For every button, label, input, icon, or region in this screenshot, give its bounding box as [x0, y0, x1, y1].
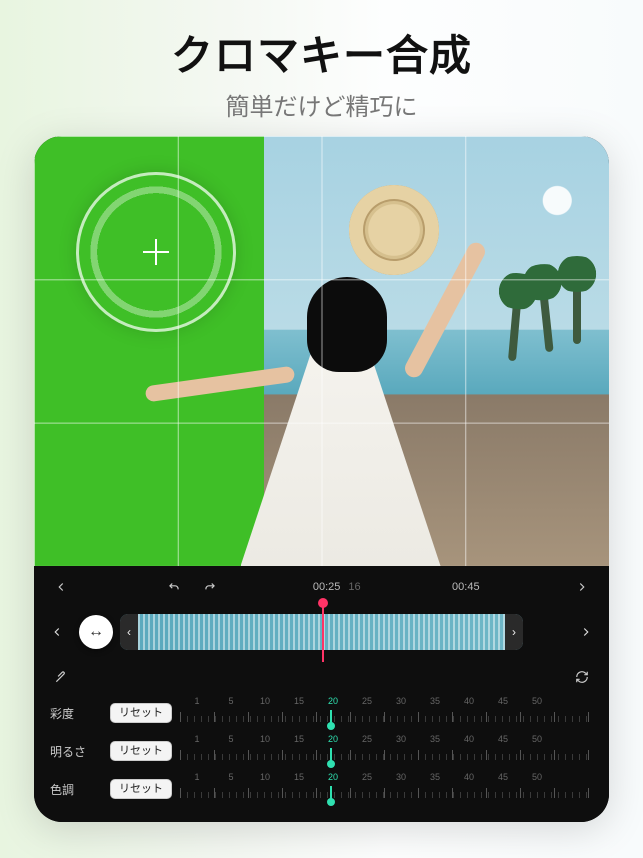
prev-frame-button[interactable]	[50, 576, 72, 598]
color-picker-reticle[interactable]	[76, 172, 236, 332]
reset-button[interactable]: リセット	[110, 703, 172, 723]
param-brightness: 明るさ リセット 15101520253035404550	[44, 732, 599, 770]
eyedropper-button[interactable]	[50, 666, 72, 688]
time-display: 00:25 16	[313, 581, 361, 593]
param-slider[interactable]: 15101520253035404550	[180, 774, 593, 804]
clip-trim-right-handle[interactable]: ›	[505, 614, 523, 650]
playhead[interactable]	[322, 602, 324, 662]
total-time: 00:45	[452, 581, 480, 593]
timeline-step-left-button[interactable]	[46, 621, 68, 643]
param-hue: 色調 リセット 15101520253035404550	[44, 770, 599, 808]
hair-shape	[307, 277, 387, 372]
param-label: 色調	[50, 781, 102, 798]
refresh-button[interactable]	[571, 666, 593, 688]
next-frame-button[interactable]	[571, 576, 593, 598]
timeline-step-right-button[interactable]	[575, 621, 597, 643]
param-slider[interactable]: 15101520253035404550	[180, 736, 593, 766]
tick-labels: 15101520253035404550	[180, 772, 593, 782]
drag-icon: ↔	[88, 623, 104, 641]
page-subtitle: 簡単だけど精巧に	[0, 87, 643, 122]
reset-button[interactable]: リセット	[110, 779, 172, 799]
palm-tree-icon	[573, 274, 581, 344]
clip-trim-left-handle[interactable]: ‹	[120, 614, 138, 650]
page-title: クロマキー合成	[0, 22, 643, 83]
current-time: 00:25	[313, 581, 341, 593]
controls-panel: 00:25 16 00:45 ‹ › ↔	[34, 566, 609, 822]
preview-canvas[interactable]	[34, 136, 609, 566]
tick-labels: 15101520253035404550	[180, 696, 593, 706]
redo-button[interactable]	[199, 576, 221, 598]
timeline[interactable]: ‹ › ↔	[70, 608, 573, 656]
frame-number: 16	[348, 581, 360, 593]
tick-labels: 15101520253035404550	[180, 734, 593, 744]
slider-thumb[interactable]	[330, 786, 332, 802]
clip-drag-handle[interactable]: ↔	[79, 615, 113, 649]
param-slider[interactable]: 15101520253035404550	[180, 698, 593, 728]
param-label: 明るさ	[50, 743, 102, 760]
reset-button[interactable]: リセット	[110, 741, 172, 761]
undo-button[interactable]	[163, 576, 185, 598]
param-label: 彩度	[50, 705, 102, 722]
palm-tree-icon	[508, 291, 522, 361]
param-saturation: 彩度 リセット 15101520253035404550	[44, 694, 599, 732]
promo-header: クロマキー合成 簡単だけど精巧に	[0, 0, 643, 136]
editor-card: 00:25 16 00:45 ‹ › ↔	[34, 136, 609, 822]
slider-thumb[interactable]	[330, 748, 332, 764]
arm-shape	[144, 365, 295, 402]
slider-thumb[interactable]	[330, 710, 332, 726]
